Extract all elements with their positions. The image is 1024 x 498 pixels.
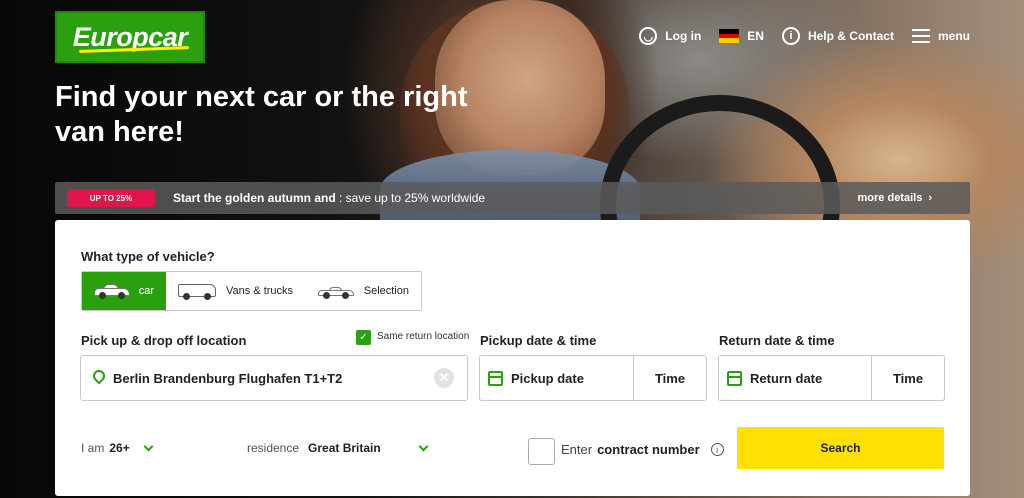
same-return-label: Same return location bbox=[377, 331, 470, 342]
more-details-link[interactable]: more details › bbox=[858, 192, 932, 204]
german-flag-icon bbox=[719, 29, 740, 44]
tab-selection[interactable]: Selection bbox=[306, 272, 421, 310]
contract-prefix: Enter bbox=[561, 442, 593, 457]
residence-value: Great Britain bbox=[308, 441, 381, 455]
promo-text-rest: : save up to 25% worldwide bbox=[335, 191, 486, 205]
residence-prefix: residence bbox=[247, 441, 300, 455]
return-date-input[interactable]: Return date bbox=[719, 356, 872, 400]
contract-checkbox[interactable] bbox=[528, 438, 555, 465]
calendar-icon bbox=[727, 370, 742, 386]
return-time-placeholder: Time bbox=[892, 370, 924, 386]
same-return-checkbox[interactable]: ✓ bbox=[356, 330, 371, 345]
return-label: Return date & time bbox=[719, 333, 835, 348]
login-label: Log in bbox=[665, 29, 702, 43]
promo-text-bold: Start the golden autumn and bbox=[173, 191, 336, 205]
return-date-placeholder: Return date bbox=[750, 370, 823, 386]
tab-car[interactable]: car bbox=[82, 272, 166, 310]
pickup-datetime: Pickup date Time bbox=[479, 355, 707, 401]
promo-badge: UP TO 25% bbox=[67, 189, 155, 207]
tab-selection-label: Selection bbox=[363, 285, 409, 297]
age-value: 26+ bbox=[109, 441, 130, 455]
location-label: Pick up & drop off location bbox=[81, 333, 247, 348]
age-prefix: I am bbox=[81, 441, 105, 455]
pickup-label: Pickup date & time bbox=[480, 333, 597, 348]
return-datetime: Return date Time bbox=[718, 355, 945, 401]
tab-car-label: car bbox=[138, 285, 154, 297]
search-button[interactable]: Search bbox=[737, 427, 944, 469]
hero-headline: Find your next car or the right van here… bbox=[55, 81, 468, 148]
search-panel: What type of vehicle? car Vans & trucks … bbox=[55, 220, 970, 496]
help-contact-link[interactable]: i Help & Contact bbox=[781, 24, 894, 48]
promo-text: Start the golden autumn and : save up to… bbox=[173, 191, 485, 205]
car-icon bbox=[94, 283, 130, 299]
user-icon: ◡ bbox=[639, 27, 658, 45]
contract-label: Enter contract number i bbox=[561, 442, 724, 457]
van-icon bbox=[178, 282, 216, 300]
login-link[interactable]: ◡ Log in bbox=[639, 24, 701, 48]
contract-bold: contract number bbox=[597, 442, 700, 457]
more-details-label: more details bbox=[857, 192, 923, 204]
menu-button[interactable]: menu bbox=[911, 24, 970, 48]
hamburger-icon bbox=[911, 29, 930, 43]
help-label: Help & Contact bbox=[807, 29, 894, 43]
menu-label: menu bbox=[937, 29, 970, 43]
clear-icon[interactable]: ✕ bbox=[434, 368, 454, 388]
info-icon[interactable]: i bbox=[710, 443, 724, 456]
chevron-right-icon: › bbox=[928, 192, 932, 204]
location-input[interactable]: Berlin Brandenburg Flughafen T1+T2 ✕ bbox=[80, 355, 468, 401]
location-value: Berlin Brandenburg Flughafen T1+T2 bbox=[113, 370, 343, 386]
residence-selector[interactable]: residence Great Britain bbox=[247, 441, 429, 455]
language-selector[interactable]: EN bbox=[719, 24, 764, 48]
chevron-down-icon bbox=[143, 441, 154, 451]
tab-vans-trucks[interactable]: Vans & trucks bbox=[166, 272, 306, 310]
pickup-time-placeholder: Time bbox=[654, 370, 686, 386]
top-navigation: ◡ Log in EN i Help & Contact menu bbox=[639, 24, 970, 48]
tab-vans-label: Vans & trucks bbox=[226, 285, 294, 297]
calendar-icon bbox=[488, 370, 503, 386]
info-icon: i bbox=[781, 27, 800, 45]
chevron-down-icon bbox=[418, 441, 429, 451]
promo-banner[interactable]: UP TO 25% Start the golden autumn and : … bbox=[55, 182, 970, 214]
sports-car-icon bbox=[317, 283, 354, 299]
age-selector[interactable]: I am 26+ bbox=[81, 441, 154, 455]
location-pin-icon bbox=[93, 370, 105, 386]
return-time-input[interactable]: Time bbox=[872, 356, 944, 400]
vehicle-type-tabs: car Vans & trucks Selection bbox=[81, 271, 422, 311]
language-label: EN bbox=[747, 29, 764, 43]
pickup-date-input[interactable]: Pickup date bbox=[480, 356, 634, 400]
europcar-logo[interactable]: Europcar bbox=[55, 11, 205, 63]
pickup-date-placeholder: Pickup date bbox=[511, 370, 584, 386]
vehicle-type-label: What type of vehicle? bbox=[81, 249, 215, 264]
pickup-time-input[interactable]: Time bbox=[634, 356, 706, 400]
